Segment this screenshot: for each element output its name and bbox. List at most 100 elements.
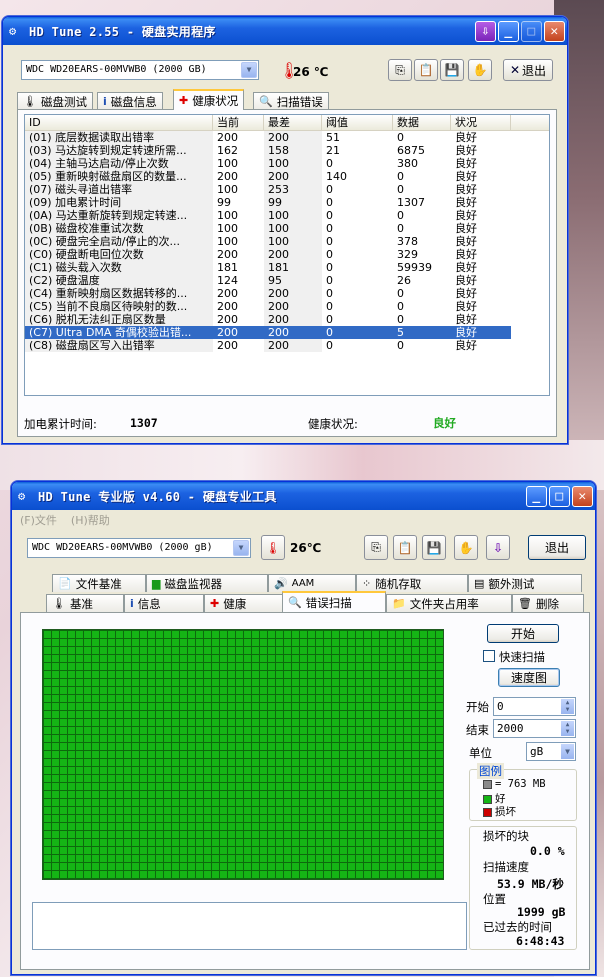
- download-icon[interactable]: ⇩: [486, 535, 510, 560]
- col-status[interactable]: 状况: [451, 115, 511, 130]
- cell-attribute: (C4) 重新映射扇区数据转移的...: [25, 287, 213, 300]
- legend-bad-swatch: [483, 807, 492, 817]
- tab-error-scan[interactable]: 🔍 错误扫描: [282, 591, 386, 612]
- tab-file-benchmark[interactable]: 📄 文件基准: [52, 574, 146, 592]
- speed-map-button[interactable]: 速度图: [498, 668, 560, 687]
- quick-scan-checkbox[interactable]: [483, 650, 495, 662]
- cell-data: 5: [393, 326, 451, 339]
- table-row[interactable]: (01) 底层数据读取出错率 200 200 51 0 良好: [25, 131, 549, 144]
- tab-health[interactable]: ✚ 健康: [204, 594, 286, 612]
- cell-threshold: 0: [326, 261, 333, 274]
- col-threshold[interactable]: 阈值: [322, 115, 393, 130]
- unit-select[interactable]: gB ▼: [526, 742, 576, 761]
- log-area[interactable]: [32, 902, 467, 950]
- position-value: 1999 gB: [517, 905, 566, 919]
- cell-data: 0: [397, 209, 404, 222]
- temperature-value: 26 ℃: [293, 65, 329, 79]
- block-map-grid: [42, 629, 444, 880]
- menu-file[interactable]: (F)文件: [20, 512, 57, 528]
- tab-disk-monitor[interactable]: ▆ 磁盘监视器: [146, 574, 268, 592]
- table-row[interactable]: (C6) 脱机无法纠正扇区数量 200 200 0 0 良好: [25, 313, 549, 326]
- table-row[interactable]: (C8) 磁盘扇区写入出错率 200 200 0 0 良好: [25, 339, 549, 352]
- close-button[interactable]: ✕: [544, 20, 565, 42]
- erase-icon: 🗑: [518, 597, 532, 610]
- table-row[interactable]: (0B) 磁盘校准重试次数 100 100 0 0 良好: [25, 222, 549, 235]
- tab-extra-tests[interactable]: ▤ 额外测试: [468, 574, 582, 592]
- exit-button[interactable]: 退出: [528, 535, 586, 560]
- table-row[interactable]: (C2) 硬盘温度 124 95 0 26 良好: [25, 274, 549, 287]
- cell-data: 329: [397, 248, 418, 261]
- cell-worst: 200: [264, 339, 322, 352]
- table-row[interactable]: (C4) 重新映射扇区数据转移的... 200 200 0 0 良好: [25, 287, 549, 300]
- tab-label: 随机存取: [375, 576, 422, 591]
- table-row[interactable]: (0C) 硬盘完全启动/停止的次... 100 100 0 378 良好: [25, 235, 549, 248]
- tab-error-scan[interactable]: 🔍 扫描错误: [253, 92, 329, 110]
- health-status-value: 良好: [433, 416, 456, 430]
- table-row[interactable]: (C1) 磁头载入次数 181 181 0 59939 良好: [25, 261, 549, 274]
- cell-data: 0: [397, 300, 404, 313]
- save-icon[interactable]: 💾: [440, 59, 464, 81]
- options-icon[interactable]: ✋: [454, 535, 478, 560]
- col-id[interactable]: ID: [25, 115, 213, 130]
- cell-current: 200: [217, 313, 238, 326]
- close-button[interactable]: ✕: [572, 485, 593, 507]
- paste-icon[interactable]: 📋: [414, 59, 438, 81]
- start-input[interactable]: 0 ▲ ▼: [493, 697, 576, 716]
- download-icon[interactable]: ⇩: [475, 20, 496, 42]
- tab-aam[interactable]: 🔊 AAM: [268, 574, 356, 592]
- copy-icon[interactable]: ⎘: [364, 535, 388, 560]
- exit-button[interactable]: ✕ 退出: [503, 59, 553, 81]
- col-data[interactable]: 数据: [393, 115, 451, 130]
- table-row[interactable]: (0A) 马达重新旋转到规定转速... 100 100 0 0 良好: [25, 209, 549, 222]
- table-row[interactable]: (C5) 当前不良扇区待映射的数... 200 200 0 0 良好: [25, 300, 549, 313]
- magnifier-icon: 🔍: [288, 596, 302, 609]
- title-bar[interactable]: ⚙ HD Tune 专业版 v4.60 - 硬盘专业工具 _ □ ✕: [12, 482, 595, 510]
- tab-benchmark[interactable]: 🌡 基准: [46, 594, 124, 612]
- scan-start-button[interactable]: 开始: [487, 624, 559, 643]
- tab-info[interactable]: i 信息: [124, 594, 204, 612]
- col-current[interactable]: 当前: [213, 115, 264, 130]
- chevron-down-icon[interactable]: ▼: [561, 744, 574, 759]
- title-bar[interactable]: ⚙ HD Tune 2.55 - 硬盘实用程序 ⇩ _ □ ✕: [3, 17, 567, 45]
- drive-select[interactable]: WDC WD20EARS-00MVWB0 (2000 gB) ▼: [27, 538, 251, 558]
- tab-health[interactable]: ✚ 健康状况: [173, 89, 245, 110]
- col-worst[interactable]: 最差: [264, 115, 322, 130]
- cell-current: 200: [217, 248, 238, 261]
- smart-table[interactable]: ID 当前 最差 阈值 数据 状况 (01) 底层数据读取出错率 200 200 51…: [24, 114, 550, 396]
- tab-disk-test[interactable]: 🌡 磁盘测试: [17, 92, 93, 110]
- spinner-arrows-icon[interactable]: ▲ ▼: [561, 721, 574, 736]
- chevron-down-icon[interactable]: ▼: [241, 62, 257, 78]
- minimize-button[interactable]: _: [526, 485, 547, 507]
- cell-worst: 200: [264, 170, 322, 183]
- table-row[interactable]: (C7) Ultra DMA 奇偶校验出错... 200 200 0 5 良好: [25, 326, 549, 339]
- save-icon[interactable]: 💾: [422, 535, 446, 560]
- tab-erase[interactable]: 🗑 删除: [512, 594, 584, 612]
- menu-help[interactable]: (H)帮助: [71, 512, 110, 528]
- drive-select[interactable]: WDC WD20EARS-00MVWB0 (2000 GB) ▼: [21, 60, 259, 80]
- minimize-button[interactable]: _: [498, 20, 519, 42]
- damaged-blocks-label: 损坏的块: [483, 829, 529, 843]
- paste-icon[interactable]: 📋: [393, 535, 417, 560]
- options-icon[interactable]: ✋: [468, 59, 492, 81]
- table-row[interactable]: (03) 马达旋转到规定转速所需... 162 158 21 6875 良好: [25, 144, 549, 157]
- maximize-button[interactable]: □: [521, 20, 542, 42]
- copy-icon[interactable]: ⎘: [388, 59, 412, 81]
- cell-current: 100: [217, 235, 238, 248]
- tab-label: 文件基准: [75, 576, 122, 591]
- cell-data: 0: [397, 222, 404, 235]
- table-row[interactable]: (09) 加电累计时间 99 99 0 1307 良好: [25, 196, 549, 209]
- maximize-button[interactable]: □: [549, 485, 570, 507]
- table-row[interactable]: (07) 磁头寻道出错率 100 253 0 0 良好: [25, 183, 549, 196]
- tab-random-access[interactable]: ⁘ 随机存取: [356, 574, 468, 592]
- end-input[interactable]: 2000 ▲ ▼: [493, 719, 576, 738]
- table-row[interactable]: (05) 重新映射磁盘扇区的数量... 200 200 140 0 良好: [25, 170, 549, 183]
- table-row[interactable]: (04) 主轴马达启动/停止次数 100 100 0 380 良好: [25, 157, 549, 170]
- tab-disk-info[interactable]: i 磁盘信息: [97, 92, 163, 110]
- damaged-blocks-value: 0.0 %: [530, 844, 565, 858]
- tab-folder-usage[interactable]: 📁 文件夹占用率: [386, 594, 512, 612]
- table-row[interactable]: (C0) 硬盘断电回位次数 200 200 0 329 良好: [25, 248, 549, 261]
- cell-threshold: 0: [326, 157, 333, 170]
- chevron-down-icon[interactable]: ▼: [233, 540, 249, 556]
- spinner-arrows-icon[interactable]: ▲ ▼: [561, 699, 574, 714]
- cell-status: 良好: [455, 274, 477, 287]
